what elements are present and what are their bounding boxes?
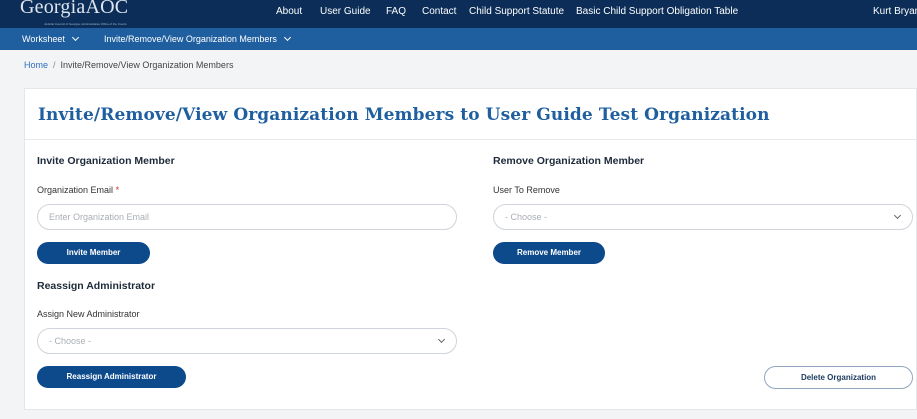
worksheet-menu[interactable]: Worksheet (22, 33, 79, 44)
chevron-down-icon (71, 33, 79, 42)
new-admin-value: - Choose - (49, 336, 92, 346)
invite-member-button[interactable]: Invite Member (37, 242, 150, 264)
user-to-remove-value: - Choose - (505, 212, 548, 222)
nav-child-support-statute[interactable]: Child Support Statute (469, 6, 564, 17)
email-label: Organization Email * (37, 185, 119, 195)
remove-heading: Remove Organization Member (493, 155, 645, 167)
members-menu[interactable]: Invite/Remove/View Organization Members (104, 33, 291, 44)
nav-faq[interactable]: FAQ (386, 6, 406, 17)
remove-member-button[interactable]: Remove Member (493, 242, 605, 264)
user-to-remove-select[interactable]: - Choose - (493, 204, 913, 230)
title-divider (24, 139, 917, 140)
main-card (24, 88, 917, 410)
nav-user-guide[interactable]: User Guide (320, 6, 371, 17)
new-admin-select[interactable]: - Choose - (37, 328, 457, 354)
secondary-nav: Worksheet Invite/Remove/View Organizatio… (0, 28, 917, 50)
reassign-heading: Reassign Administrator (37, 280, 156, 292)
delete-organization-button[interactable]: Delete Organization (764, 366, 913, 389)
members-menu-label: Invite/Remove/View Organization Members (104, 34, 277, 44)
required-mark: * (115, 185, 120, 195)
breadcrumb-separator: / (53, 60, 56, 70)
new-admin-label: Assign New Administrator (37, 309, 140, 319)
user-menu[interactable]: Kurt Bryan (873, 6, 917, 17)
top-header: GeorgiaAOC Judicial Council of Georgia, … (0, 0, 917, 28)
breadcrumb-current: Invite/Remove/View Organization Members (60, 60, 234, 70)
breadcrumb-home[interactable]: Home (24, 60, 48, 70)
email-placeholder: Enter Organization Email (49, 212, 150, 222)
breadcrumb: Home / Invite/Remove/View Organization Mem… (24, 60, 233, 70)
nav-about[interactable]: About (276, 6, 302, 17)
site-logo[interactable]: GeorgiaAOC (20, 0, 128, 19)
chevron-down-icon (437, 335, 446, 344)
reassign-administrator-button[interactable]: Reassign Administrator (37, 366, 186, 388)
chevron-down-icon (283, 33, 291, 42)
user-to-remove-label: User To Remove (493, 185, 560, 195)
site-logo-subtext: Judicial Council of Georgia, Administrat… (44, 22, 127, 26)
email-field[interactable]: Enter Organization Email (37, 204, 457, 230)
invite-heading: Invite Organization Member (37, 155, 175, 167)
nav-obligation-table[interactable]: Basic Child Support Obligation Table (576, 6, 738, 17)
page-title: Invite/Remove/View Organization Members … (38, 105, 770, 125)
nav-contact[interactable]: Contact (422, 6, 456, 17)
chevron-down-icon (893, 211, 902, 220)
email-label-text: Organization Email (37, 185, 114, 195)
worksheet-menu-label: Worksheet (22, 34, 65, 44)
